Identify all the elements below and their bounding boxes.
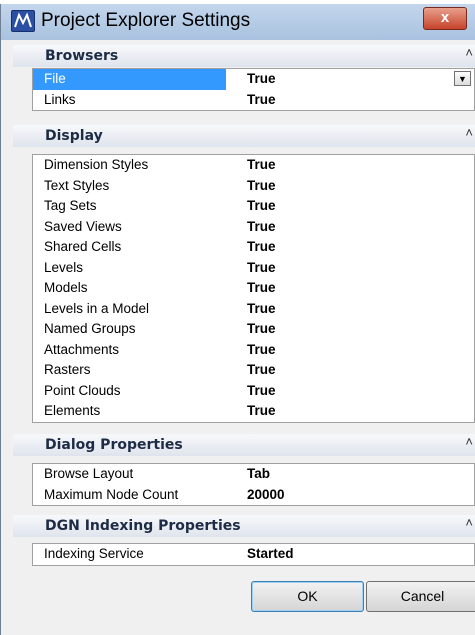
property-value[interactable]: True (247, 321, 276, 336)
collapse-caret-icon[interactable]: ˄ (465, 434, 473, 449)
section-header-dialog-properties[interactable]: Dialog Properties ˄ (13, 434, 475, 456)
property-row[interactable]: Elements True (33, 401, 474, 422)
property-row[interactable]: Rasters True (33, 360, 474, 381)
property-value[interactable]: True (247, 362, 276, 377)
property-row[interactable]: Saved Views True (33, 217, 474, 238)
property-label: Point Clouds (44, 382, 121, 398)
section-title: Display (45, 128, 103, 144)
property-label: Tag Sets (44, 198, 97, 213)
property-value[interactable]: True (247, 71, 276, 86)
property-row[interactable]: Attachments True (33, 340, 474, 361)
property-label: Levels in a Model (44, 300, 150, 316)
property-value[interactable]: True (247, 383, 276, 398)
app-logo-icon (11, 10, 35, 32)
property-row[interactable]: File True ▼ (33, 69, 474, 90)
property-value[interactable]: True (247, 92, 276, 107)
property-label: Models (44, 280, 88, 295)
property-label: Named Groups (44, 321, 136, 336)
property-row[interactable]: Indexing Service Started (33, 544, 474, 565)
property-value[interactable]: Started (247, 546, 294, 561)
property-label: Browse Layout (44, 466, 134, 481)
property-label: File (44, 71, 66, 86)
property-row[interactable]: Text Styles True (33, 176, 474, 197)
section-header-display[interactable]: Display ˄ (13, 125, 475, 147)
property-row[interactable]: Tag Sets True (33, 196, 474, 217)
property-row[interactable]: Levels True (33, 258, 474, 279)
property-value[interactable]: True (247, 342, 276, 357)
chevron-down-icon: ▼ (458, 74, 467, 84)
window-title: Project Explorer Settings (41, 10, 251, 31)
property-value[interactable]: True (247, 301, 276, 316)
property-row[interactable]: Levels in a Model True (33, 299, 474, 320)
property-value[interactable]: True (247, 157, 276, 172)
section-title: DGN Indexing Properties (45, 518, 241, 534)
property-value[interactable]: 20000 (247, 487, 285, 502)
property-label: Elements (44, 403, 101, 418)
property-label: Rasters (44, 362, 91, 377)
property-value[interactable]: True (247, 260, 276, 275)
close-icon: x (440, 9, 450, 26)
property-row[interactable]: Named Groups True (33, 319, 474, 340)
property-value[interactable]: True (247, 239, 276, 254)
property-value[interactable]: True (247, 198, 276, 213)
property-label: Links (44, 91, 76, 107)
property-label: Attachments (44, 341, 120, 357)
property-row[interactable]: Links True (33, 90, 474, 111)
property-row[interactable]: Point Clouds True (33, 381, 474, 402)
property-label: Text Styles (44, 177, 110, 193)
property-label: Levels (44, 259, 84, 275)
property-label: Dimension Styles (44, 157, 149, 172)
property-value[interactable]: True (247, 280, 276, 295)
collapse-caret-icon[interactable]: ˄ (465, 515, 473, 530)
property-value[interactable]: True (247, 178, 276, 193)
property-row[interactable]: Browse Layout Tab (33, 464, 474, 485)
section-title: Browsers (45, 48, 119, 64)
property-row[interactable]: Models True (33, 278, 474, 299)
property-row[interactable]: Shared Cells True (33, 237, 474, 258)
property-value[interactable]: Tab (247, 466, 270, 481)
section-title: Dialog Properties (45, 437, 183, 453)
indexing-grid: Indexing Service Started (32, 543, 475, 566)
section-header-browsers[interactable]: Browsers ˄ (13, 45, 475, 67)
section-header-dgn-indexing[interactable]: DGN Indexing Properties ˄ (13, 515, 475, 537)
property-value[interactable]: True (247, 403, 276, 418)
browsers-grid: File True ▼ Links True (32, 68, 475, 111)
dropdown-button[interactable]: ▼ (454, 71, 471, 86)
project-explorer-settings-dialog: Project Explorer Settings x Browsers ˄ F… (0, 4, 475, 635)
collapse-caret-icon[interactable]: ˄ (465, 125, 473, 140)
dialog-properties-grid: Browse Layout Tab Maximum Node Count 20000 (32, 463, 475, 506)
collapse-caret-icon[interactable]: ˄ (465, 45, 473, 60)
close-button[interactable]: x (423, 7, 467, 30)
property-row[interactable]: Maximum Node Count 20000 (33, 485, 474, 506)
property-label: Shared Cells (44, 239, 122, 254)
property-label: Maximum Node Count (44, 486, 179, 502)
ok-button[interactable]: OK (251, 581, 364, 612)
property-label: Saved Views (44, 218, 122, 234)
title-bar[interactable]: Project Explorer Settings x (1, 4, 475, 40)
display-grid: Dimension Styles True Text Styles True Tag… (32, 154, 475, 423)
property-label: Indexing Service (44, 546, 144, 561)
property-value[interactable]: True (247, 219, 276, 234)
property-row[interactable]: Dimension Styles True (33, 155, 474, 176)
cancel-button[interactable]: Cancel (366, 581, 475, 612)
